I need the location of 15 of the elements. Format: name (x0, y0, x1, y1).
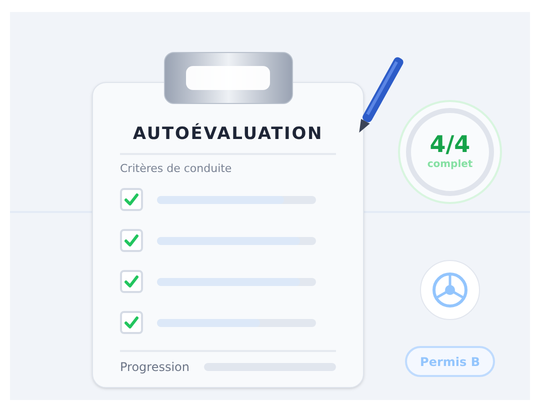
score-caption: complet (427, 158, 473, 172)
criteria-heading: Critères de conduite (120, 162, 233, 176)
steering-wheel-icon (431, 271, 469, 309)
checkmark-icon (124, 193, 139, 206)
progress-label: Progression (120, 359, 190, 376)
score-value: 4/4 (430, 132, 470, 158)
checkmark-icon (124, 275, 139, 288)
checkbox[interactable] (120, 188, 143, 211)
license-badge: Permis B (405, 346, 495, 377)
checkbox[interactable] (120, 311, 143, 334)
checkmark-icon (124, 234, 139, 247)
clipboard-title: AUTOÉVALUATION (132, 123, 324, 145)
checkmark-icon (124, 316, 139, 329)
checkbox[interactable] (120, 270, 143, 293)
checkbox[interactable] (120, 229, 143, 252)
